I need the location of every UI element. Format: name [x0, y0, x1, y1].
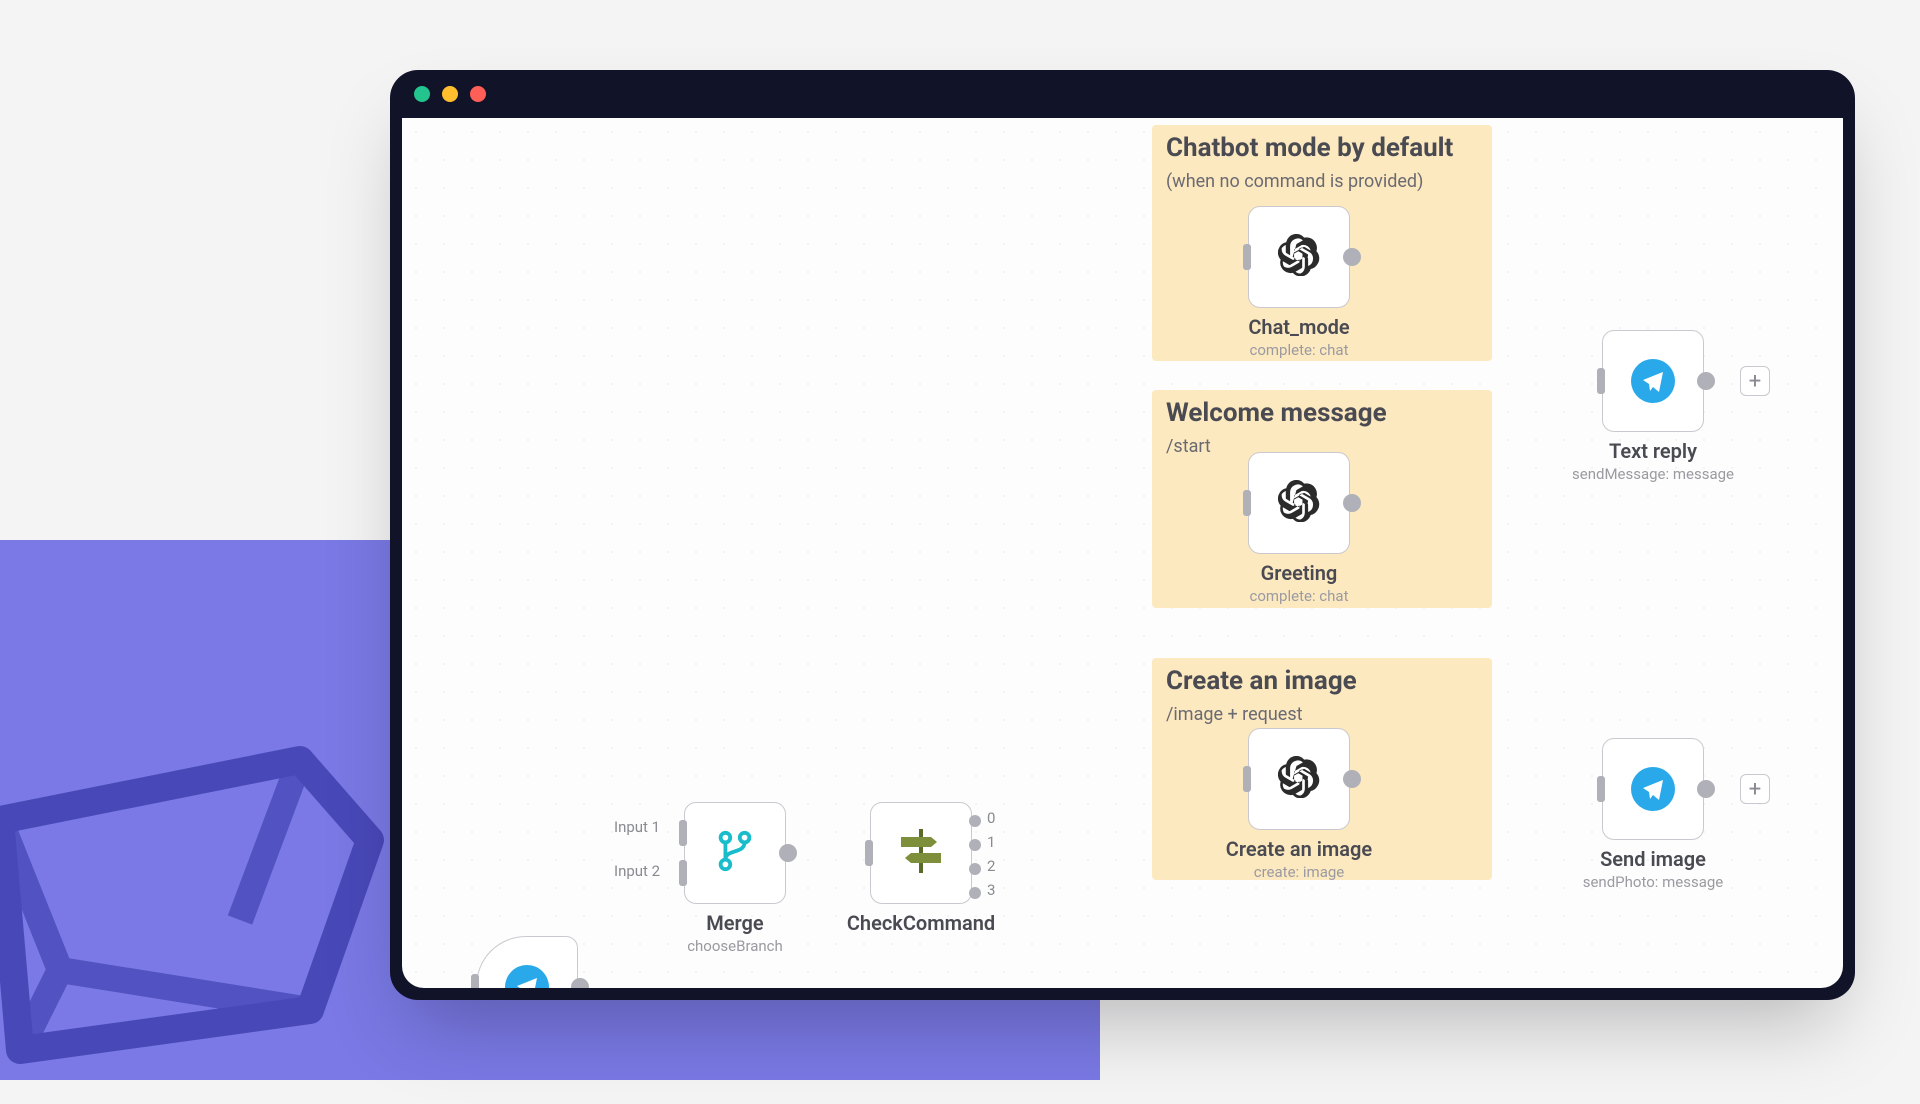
node-create-image[interactable]: Create an image create: image [1248, 728, 1350, 830]
input-port-1[interactable] [679, 820, 687, 846]
traffic-light-close-icon[interactable] [414, 86, 430, 102]
traffic-light-zoom-icon[interactable] [470, 86, 486, 102]
input-port[interactable] [1597, 368, 1605, 394]
output-label-0: 0 [987, 809, 1007, 827]
input-port[interactable] [471, 974, 479, 988]
output-port-1[interactable] [969, 839, 981, 851]
branch-icon [712, 828, 758, 878]
workflow-canvas[interactable]: Chatbot mode by default (when no command… [402, 118, 1843, 988]
output-port-2[interactable] [969, 863, 981, 875]
input-label-2: Input 2 [614, 862, 660, 880]
telegram-icon [1631, 359, 1675, 403]
node-label: Chat_mode [1169, 315, 1429, 339]
node-sublabel: chooseBranch [595, 937, 875, 955]
group-subtitle: /start [1166, 436, 1211, 457]
background-box-illustration [0, 680, 420, 1100]
traffic-light-minimize-icon[interactable] [442, 86, 458, 102]
node-label: Create an image [1169, 837, 1429, 861]
output-label-2: 2 [987, 857, 1007, 875]
node-merge[interactable]: Merge chooseBranch [684, 802, 786, 904]
telegram-icon [1631, 767, 1675, 811]
group-title: Create an image [1166, 666, 1357, 696]
node-label: Text reply [1523, 439, 1783, 463]
node-text-reply[interactable]: Text reply sendMessage: message [1602, 330, 1704, 432]
input-port-2[interactable] [679, 860, 687, 886]
app-window: Chatbot mode by default (when no command… [390, 70, 1855, 1000]
group-title: Chatbot mode by default [1166, 133, 1453, 163]
node-check-command[interactable]: 0 1 2 3 CheckCommand [870, 802, 972, 904]
output-port-3[interactable] [969, 887, 981, 899]
signpost-icon [895, 825, 947, 881]
add-connection-button[interactable]: + [1740, 366, 1770, 396]
output-port[interactable] [1697, 372, 1715, 390]
output-port[interactable] [1343, 770, 1361, 788]
output-label-3: 3 [987, 881, 1007, 899]
input-port[interactable] [1597, 776, 1605, 802]
node-sublabel: complete: chat [1159, 587, 1439, 605]
output-port[interactable] [779, 844, 797, 862]
output-port-0[interactable] [969, 815, 981, 827]
input-port[interactable] [1243, 766, 1251, 792]
node-sublabel: sendMessage: message [1513, 465, 1793, 483]
openai-icon [1278, 234, 1320, 280]
node-chat-mode[interactable]: Chat_mode complete: chat [1248, 206, 1350, 308]
group-title: Welcome message [1166, 398, 1387, 428]
group-subtitle: /image + request [1166, 704, 1303, 725]
node-greeting[interactable]: Greeting complete: chat [1248, 452, 1350, 554]
group-subtitle: (when no command is provided) [1166, 171, 1423, 192]
openai-icon [1278, 480, 1320, 526]
input-port[interactable] [1243, 490, 1251, 516]
output-label-1: 1 [987, 833, 1007, 851]
openai-icon [1278, 756, 1320, 802]
input-port[interactable] [1243, 244, 1251, 270]
output-port[interactable] [1343, 248, 1361, 266]
node-label: Send image [1523, 847, 1783, 871]
telegram-icon [505, 965, 549, 988]
node-sublabel: create: image [1159, 863, 1439, 881]
node-label: CheckCommand [791, 911, 1051, 935]
node-send-image[interactable]: Send image sendPhoto: message [1602, 738, 1704, 840]
output-port[interactable] [1343, 494, 1361, 512]
output-port[interactable] [1697, 780, 1715, 798]
node-label: Greeting [1169, 561, 1429, 585]
node-sublabel: complete: chat [1159, 341, 1439, 359]
input-label-1: Input 1 [614, 818, 660, 836]
add-connection-button[interactable]: + [1740, 774, 1770, 804]
node-sublabel: sendPhoto: message [1513, 873, 1793, 891]
window-titlebar [390, 70, 1855, 118]
input-port[interactable] [865, 840, 873, 866]
